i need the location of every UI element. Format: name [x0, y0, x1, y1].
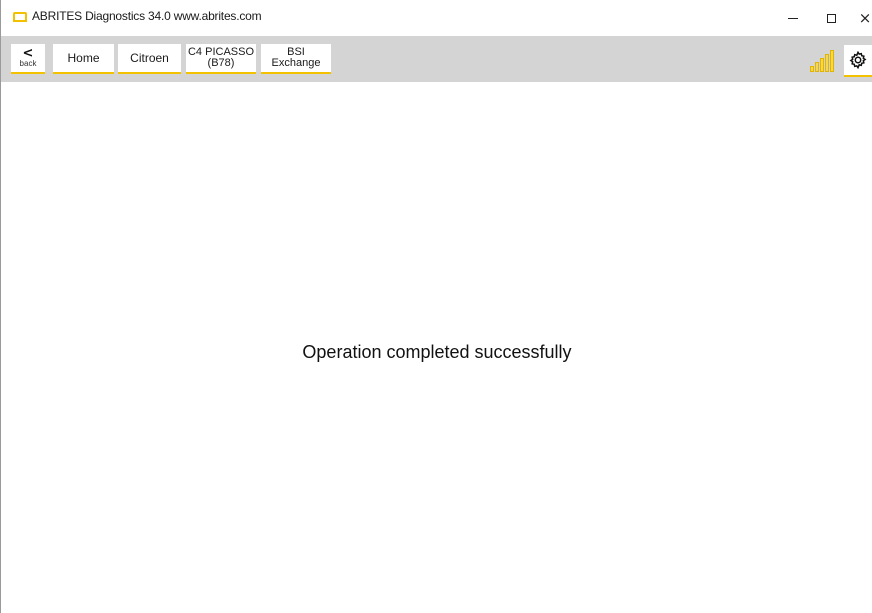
- breadcrumb-toolbar: < back Home Citroen C4 PICASSO (B78) BSI…: [1, 36, 872, 82]
- breadcrumb-label-line2: (B78): [207, 57, 235, 69]
- gear-icon: [849, 51, 867, 69]
- close-icon: ×: [858, 8, 872, 27]
- signal-bar: [820, 58, 824, 72]
- signal-bar: [810, 66, 814, 72]
- back-button[interactable]: < back: [11, 44, 45, 74]
- signal-strength-icon: [810, 50, 837, 72]
- signal-bar: [815, 62, 819, 72]
- status-message: Operation completed successfully: [302, 342, 572, 362]
- window-title: ABRITES Diagnostics 34.0 www.abrites.com: [32, 9, 262, 23]
- signal-bar: [825, 54, 829, 72]
- abrites-logo-icon: [13, 12, 27, 22]
- breadcrumb-label: Citroen: [130, 50, 169, 65]
- maximize-icon: [826, 13, 836, 23]
- settings-button[interactable]: [844, 45, 872, 77]
- close-button[interactable]: ×: [848, 0, 872, 36]
- breadcrumb-citroen[interactable]: Citroen: [118, 44, 181, 74]
- minimize-button[interactable]: [776, 0, 810, 36]
- breadcrumb-label: Home: [67, 50, 100, 65]
- app-window: ABRITES Diagnostics 34.0 www.abrites.com…: [0, 0, 872, 613]
- breadcrumb-bsi-exchange[interactable]: BSI Exchange: [261, 44, 331, 74]
- back-label: back: [19, 59, 37, 68]
- breadcrumb-label-line2: Exchange: [271, 57, 321, 69]
- breadcrumb-c4-picasso[interactable]: C4 PICASSO (B78): [186, 44, 256, 74]
- signal-bar: [830, 50, 834, 72]
- breadcrumb-home[interactable]: Home: [53, 44, 114, 74]
- main-content: Operation completed successfully: [2, 82, 872, 613]
- title-bar: ABRITES Diagnostics 34.0 www.abrites.com…: [1, 0, 872, 36]
- minimize-icon: [788, 17, 798, 19]
- maximize-button[interactable]: [814, 0, 848, 36]
